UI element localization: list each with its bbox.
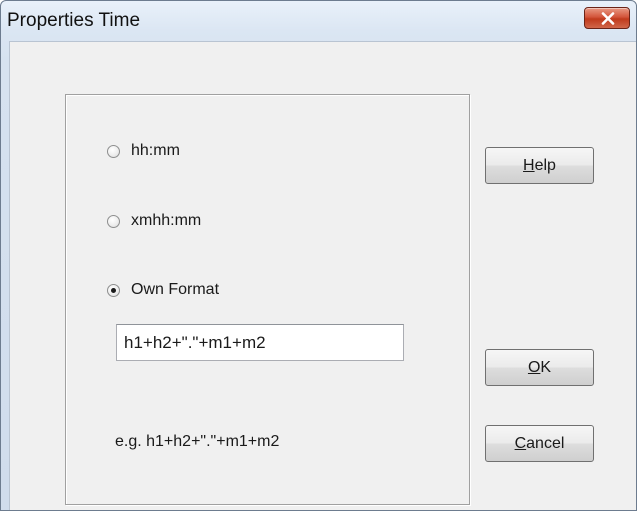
close-x-icon xyxy=(601,12,615,25)
ok-label-rest: K xyxy=(540,358,552,376)
radio-option-xmhhmm[interactable]: xmhh:mm xyxy=(107,210,201,232)
help-label-rest: elp xyxy=(534,156,556,174)
window-title: Properties Time xyxy=(7,10,141,31)
radio-label-own-format: Own Format xyxy=(131,281,220,298)
radio-label-xmhhmm: xmhh:mm xyxy=(131,212,202,229)
close-button[interactable] xyxy=(584,7,630,29)
radio-label-hhmm: hh:mm xyxy=(131,142,180,159)
help-mnemonic: H xyxy=(523,156,535,174)
radio-button-icon[interactable] xyxy=(107,214,120,228)
dialog-client-area: hh:mm xmhh:mm Own Format e.g. h1+h2+"."+… xyxy=(9,41,636,510)
title-bar[interactable]: Properties Time xyxy=(1,1,636,41)
radio-option-own-format[interactable]: Own Format xyxy=(107,279,219,301)
radio-button-checked-icon[interactable] xyxy=(107,283,120,297)
help-button[interactable]: Help xyxy=(485,147,594,184)
cancel-label-rest: ancel xyxy=(526,434,565,452)
ok-button[interactable]: OK xyxy=(485,349,594,386)
dialog-window: Properties Time hh:mm xmhh:mm Own Format… xyxy=(0,0,637,511)
radio-option-hhmm[interactable]: hh:mm xyxy=(107,140,180,162)
cancel-button[interactable]: Cancel xyxy=(485,425,594,462)
own-format-input[interactable] xyxy=(116,324,404,361)
radio-button-icon[interactable] xyxy=(107,144,120,158)
format-example-text: e.g. h1+h2+"."+m1+m2 xyxy=(115,433,280,450)
ok-mnemonic: O xyxy=(527,358,541,376)
cancel-mnemonic: C xyxy=(514,434,527,452)
